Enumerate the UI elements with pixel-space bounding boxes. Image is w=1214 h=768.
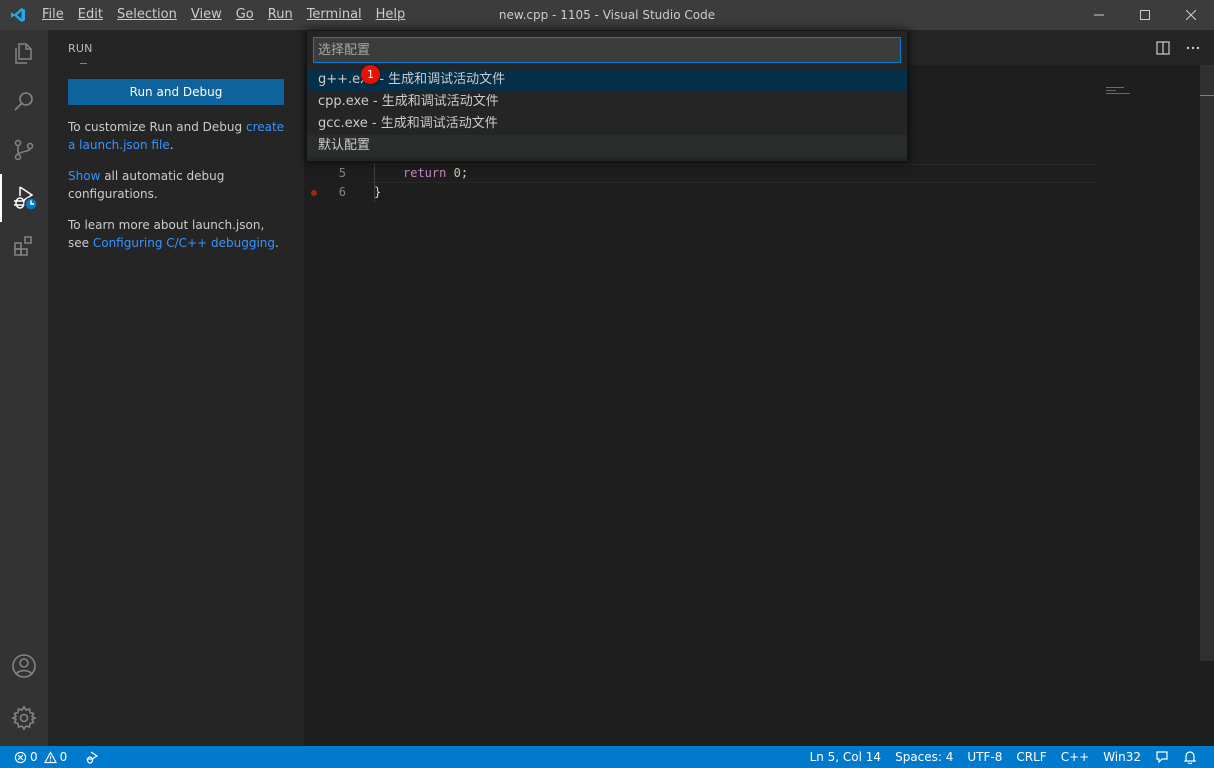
select-configuration-quick-pick: g++.exe - 生成和调试活动文件 cpp.exe - 生成和调试活动文件 … xyxy=(307,31,907,161)
menu-edit-label: Edit xyxy=(77,7,103,22)
quick-pick-input[interactable] xyxy=(313,37,901,63)
extensions-icon[interactable] xyxy=(0,222,48,270)
activity-bar xyxy=(0,30,48,746)
split-editor-button[interactable] xyxy=(1152,37,1174,59)
number-token: 0 xyxy=(453,166,461,180)
more-actions-button[interactable] xyxy=(1182,37,1204,59)
debug-icon xyxy=(86,751,99,764)
editor-scrollbar[interactable] xyxy=(1200,65,1214,661)
menu-go-label: Go xyxy=(235,7,254,22)
error-icon xyxy=(14,751,27,763)
feedback-icon xyxy=(1156,751,1168,764)
quick-pick-item[interactable]: cpp.exe - 生成和调试活动文件 xyxy=(307,91,907,113)
menu-run-label: Run xyxy=(267,7,293,22)
annotation-badge: 1 xyxy=(361,65,380,84)
minimize-icon xyxy=(1094,14,1104,16)
show-debug-paragraph: Show all automatic debug configurations. xyxy=(68,167,288,203)
maximize-icon xyxy=(1140,10,1150,20)
menu-terminal-label: Terminal xyxy=(306,7,362,22)
menu-help[interactable]: Help xyxy=(369,0,413,30)
run-debug-icon[interactable] xyxy=(0,174,48,222)
code-line-6[interactable]: 6 } xyxy=(304,183,1104,202)
vscode-logo-icon xyxy=(0,0,35,30)
accounts-icon[interactable] xyxy=(0,642,48,690)
feedback-button[interactable] xyxy=(1148,746,1176,768)
warning-count: 0 xyxy=(59,750,68,764)
error-count: 0 xyxy=(30,750,38,764)
quick-pick-item-default[interactable]: 默认配置 xyxy=(307,135,907,157)
run-sidebar: RUN Run and Debug To customize Run and D… xyxy=(48,30,304,746)
menu-run[interactable]: Run xyxy=(261,0,300,30)
quick-pick-item[interactable]: gcc.exe - 生成和调试活动文件 xyxy=(307,113,907,135)
line-number: 5 xyxy=(338,166,346,180)
quick-pick-item[interactable]: g++.exe - 生成和调试活动文件 xyxy=(307,69,907,91)
menu-terminal[interactable]: Terminal xyxy=(300,0,369,30)
status-bar-left: 0 0 xyxy=(10,746,106,768)
show-link[interactable]: Show xyxy=(68,169,100,183)
menu-bar: File Edit Selection View Go Run Terminal… xyxy=(35,0,412,30)
notifications-button[interactable] xyxy=(1176,746,1204,768)
manage-gear-icon[interactable] xyxy=(0,694,48,742)
menu-selection[interactable]: Selection xyxy=(110,0,184,30)
maximize-button[interactable] xyxy=(1122,0,1168,30)
warning-icon xyxy=(43,750,57,763)
code-line-5[interactable]: 5 return 0; xyxy=(304,164,1104,183)
title-bar: File Edit Selection View Go Run Terminal… xyxy=(0,0,1214,30)
more-icon xyxy=(1186,46,1200,49)
run-and-debug-button[interactable]: Run and Debug xyxy=(68,79,284,105)
minimap[interactable] xyxy=(1104,85,1199,105)
code-text: return 0; xyxy=(403,164,468,183)
files-icon[interactable] xyxy=(0,30,48,78)
eol-status[interactable]: CRLF xyxy=(1009,746,1053,768)
source-control-icon[interactable] xyxy=(0,126,48,174)
debug-launch-status[interactable] xyxy=(78,746,106,768)
customize-paragraph: To customize Run and Debug create a laun… xyxy=(68,118,288,154)
cursor-position-status[interactable]: Ln 5, Col 14 xyxy=(803,746,889,768)
code-text: } xyxy=(374,185,382,199)
menu-help-label: Help xyxy=(375,7,406,22)
menu-go[interactable]: Go xyxy=(229,0,261,30)
problems-status[interactable]: 0 0 xyxy=(10,746,74,768)
minimize-button[interactable] xyxy=(1076,0,1122,30)
learn-more-paragraph: To learn more about launch.json, see Con… xyxy=(68,216,288,252)
search-icon[interactable] xyxy=(0,78,48,126)
learn-more-text-end: . xyxy=(275,236,279,250)
close-icon xyxy=(1186,10,1196,20)
configuring-debugging-link[interactable]: Configuring C/C++ debugging xyxy=(93,236,275,250)
semicolon-token: ; xyxy=(460,166,469,180)
status-bar: 0 0 Ln 5, Col 14 Spaces: 4 UTF-8 CRLF C+… xyxy=(0,746,1214,768)
customize-text: To customize Run and Debug xyxy=(68,120,246,134)
breakpoint-icon[interactable] xyxy=(311,190,317,196)
line-number: 6 xyxy=(338,185,346,199)
status-bar-right: Ln 5, Col 14 Spaces: 4 UTF-8 CRLF C++ Wi… xyxy=(803,746,1204,768)
bell-icon xyxy=(1183,751,1197,764)
editor-actions xyxy=(1152,30,1204,65)
sidebar-title-underline xyxy=(80,63,87,64)
menu-edit[interactable]: Edit xyxy=(71,0,110,30)
keyword-token: return xyxy=(403,166,447,180)
sidebar-title: RUN xyxy=(68,42,93,55)
menu-selection-label: Selection xyxy=(116,7,177,22)
encoding-status[interactable]: UTF-8 xyxy=(960,746,1009,768)
menu-file[interactable]: File xyxy=(35,0,71,30)
window-controls xyxy=(1076,0,1214,30)
menu-file-label: File xyxy=(42,7,64,22)
menu-view-label: View xyxy=(190,7,222,22)
indentation-status[interactable]: Spaces: 4 xyxy=(888,746,960,768)
menu-view[interactable]: View xyxy=(184,0,229,30)
customize-text-end: . xyxy=(169,138,174,152)
language-mode-status[interactable]: C++ xyxy=(1054,746,1097,768)
close-button[interactable] xyxy=(1168,0,1214,30)
platform-status[interactable]: Win32 xyxy=(1096,746,1148,768)
split-editor-icon xyxy=(1156,40,1170,55)
